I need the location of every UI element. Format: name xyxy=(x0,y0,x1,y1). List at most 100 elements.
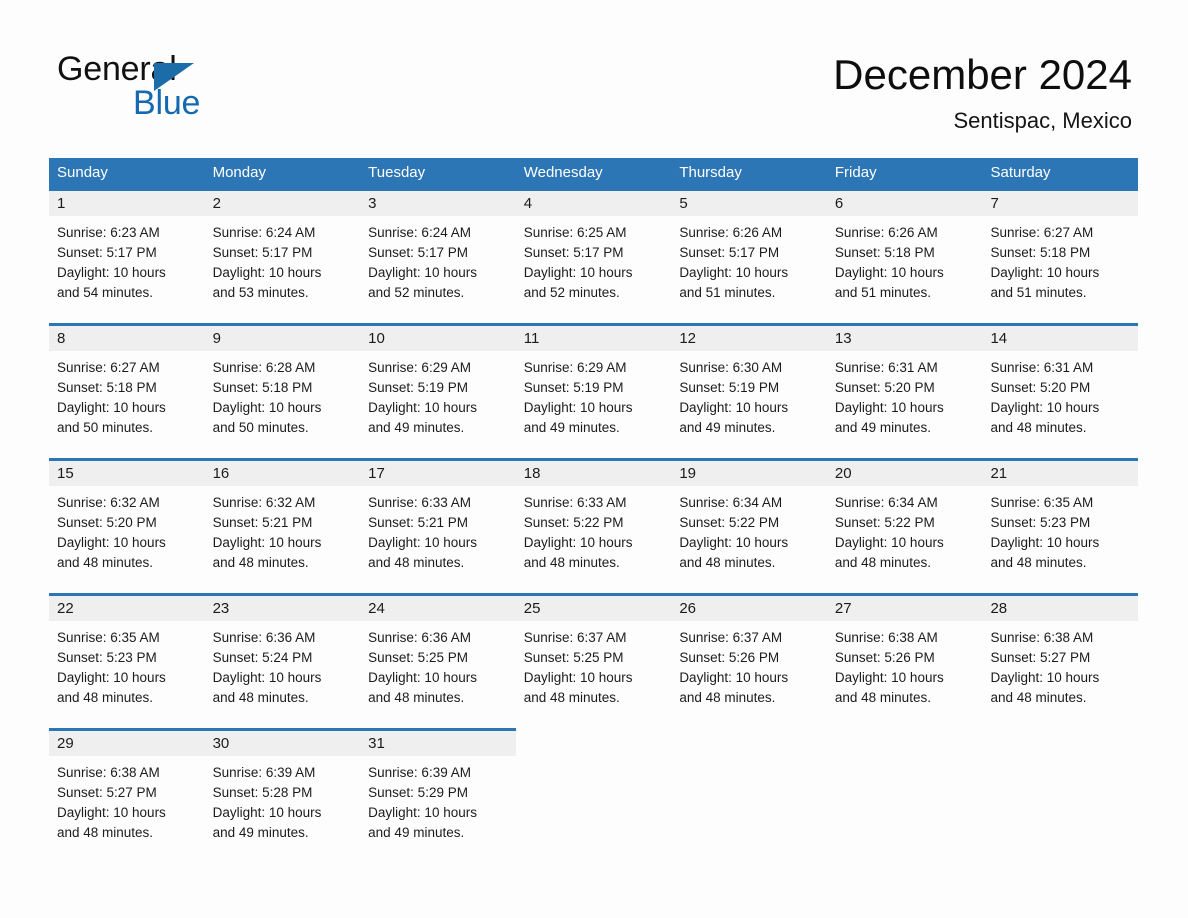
day-cell-empty xyxy=(671,728,827,856)
day-cell[interactable]: 3 Sunrise: 6:24 AM Sunset: 5:17 PM Daylight… xyxy=(360,188,516,323)
day-cell[interactable]: 25 Sunrise: 6:37 AM Sunset: 5:25 PM Dayligh… xyxy=(515,593,672,728)
day-number: 14 xyxy=(990,330,1008,347)
weekday-header-friday: Friday xyxy=(834,164,877,181)
day-cell[interactable]: 29 Sunrise: 6:38 AM Sunset: 5:27 PM Dayligh… xyxy=(49,728,205,856)
day-detail-line: Sunset: 5:25 PM xyxy=(368,650,468,665)
day-detail-line: Daylight: 10 hours xyxy=(834,400,944,415)
day-detail-line: Sunrise: 6:26 AM xyxy=(679,225,783,240)
day-number: 31 xyxy=(368,735,385,752)
day-detail-line: Sunrise: 6:32 AM xyxy=(57,495,160,510)
day-detail-line: Sunset: 5:17 PM xyxy=(523,245,624,260)
day-cell[interactable]: 18 Sunrise: 6:33 AM Sunset: 5:22 PM Dayligh… xyxy=(515,458,672,593)
day-number-bar: 30 xyxy=(204,731,361,756)
day-cell[interactable]: 28 Sunrise: 6:38 AM Sunset: 5:27 PM Dayligh… xyxy=(982,593,1139,728)
day-cell[interactable]: 27 Sunrise: 6:38 AM Sunset: 5:26 PM Dayligh… xyxy=(826,593,983,728)
day-cell[interactable]: 15 Sunrise: 6:32 AM Sunset: 5:20 PM Dayligh… xyxy=(49,458,205,593)
day-number-bar: 29 xyxy=(49,731,205,756)
day-number: 21 xyxy=(990,465,1008,482)
day-detail-line: and 49 minutes. xyxy=(834,420,931,435)
day-detail-line: Sunrise: 6:31 AM xyxy=(990,360,1094,375)
day-detail-line: Daylight: 10 hours xyxy=(679,265,789,280)
day-cell[interactable]: 22 Sunrise: 6:35 AM Sunset: 5:23 PM Dayligh… xyxy=(49,593,205,728)
day-cell-details: Sunrise: 6:27 AM Sunset: 5:18 PM Daylight:… xyxy=(982,216,1138,303)
day-number: 29 xyxy=(57,735,74,752)
day-cell-details xyxy=(827,756,983,763)
day-detail-line: Sunrise: 6:37 AM xyxy=(679,630,783,645)
day-number-bar: 28 xyxy=(982,596,1139,621)
day-cell[interactable]: 30 Sunrise: 6:39 AM Sunset: 5:28 PM Dayligh… xyxy=(204,728,361,856)
day-cell[interactable]: 31 Sunrise: 6:39 AM Sunset: 5:29 PM Dayligh… xyxy=(360,728,516,856)
day-number: 28 xyxy=(990,600,1008,617)
day-detail-line: Daylight: 10 hours xyxy=(834,535,944,550)
day-cell[interactable]: 11 Sunrise: 6:29 AM Sunset: 5:19 PM Dayligh… xyxy=(515,323,672,458)
day-detail-line: Sunset: 5:20 PM xyxy=(57,515,157,530)
day-detail-line: Sunrise: 6:24 AM xyxy=(368,225,471,240)
day-cell[interactable]: 21 Sunrise: 6:35 AM Sunset: 5:23 PM Dayligh… xyxy=(982,458,1139,593)
day-number: 11 xyxy=(523,330,540,347)
day-detail-line: Sunset: 5:22 PM xyxy=(679,515,780,530)
day-cell[interactable]: 7 Sunrise: 6:27 AM Sunset: 5:18 PM Daylight… xyxy=(982,188,1139,323)
day-detail-line: Sunset: 5:26 PM xyxy=(679,650,780,665)
day-cell-details xyxy=(516,756,672,763)
day-cell[interactable]: 26 Sunrise: 6:37 AM Sunset: 5:26 PM Dayligh… xyxy=(671,593,827,728)
day-detail-line: and 51 minutes. xyxy=(990,285,1087,300)
day-cell-details: Sunrise: 6:34 AM Sunset: 5:22 PM Daylight:… xyxy=(671,486,827,573)
day-cell[interactable]: 16 Sunrise: 6:32 AM Sunset: 5:21 PM Dayligh… xyxy=(204,458,361,593)
day-cell[interactable]: 24 Sunrise: 6:36 AM Sunset: 5:25 PM Dayligh… xyxy=(360,593,516,728)
day-detail-line: and 48 minutes. xyxy=(834,690,931,705)
day-detail-line: Daylight: 10 hours xyxy=(990,400,1100,415)
day-detail-line: Sunset: 5:22 PM xyxy=(834,515,935,530)
day-detail-line: and 49 minutes. xyxy=(368,825,465,840)
day-detail-line: and 48 minutes. xyxy=(990,420,1087,435)
day-number: 4 xyxy=(523,195,533,212)
day-cell[interactable]: 17 Sunrise: 6:33 AM Sunset: 5:21 PM Dayligh… xyxy=(360,458,516,593)
day-cell[interactable]: 2 Sunrise: 6:24 AM Sunset: 5:17 PM Daylight… xyxy=(204,188,361,323)
day-number-bar: 13 xyxy=(826,326,983,351)
day-detail-line: Sunrise: 6:26 AM xyxy=(834,225,938,240)
day-detail-line: Daylight: 10 hours xyxy=(57,400,166,415)
day-number: 30 xyxy=(212,735,230,752)
day-detail-line: Sunrise: 6:34 AM xyxy=(834,495,938,510)
day-cell[interactable]: 23 Sunrise: 6:36 AM Sunset: 5:24 PM Dayligh… xyxy=(204,593,361,728)
day-detail-line: Daylight: 10 hours xyxy=(368,535,477,550)
day-detail-line: Sunset: 5:24 PM xyxy=(212,650,313,665)
day-detail-line: and 48 minutes. xyxy=(57,690,154,705)
day-cell[interactable]: 19 Sunrise: 6:34 AM Sunset: 5:22 PM Dayligh… xyxy=(671,458,827,593)
day-detail-line: Daylight: 10 hours xyxy=(368,400,477,415)
day-number-bar: 20 xyxy=(826,461,983,486)
title-block: December 2024 Sentispac, Mexico xyxy=(833,50,1132,136)
day-cell[interactable]: 5 Sunrise: 6:26 AM Sunset: 5:17 PM Daylight… xyxy=(671,188,827,323)
calendar-weeks: 1 Sunrise: 6:23 AM Sunset: 5:17 PM Daylight… xyxy=(49,188,1139,856)
day-detail-line: Sunset: 5:23 PM xyxy=(57,650,157,665)
day-number-bar: 14 xyxy=(982,326,1139,351)
day-cell[interactable]: 8 Sunrise: 6:27 AM Sunset: 5:18 PM Daylight… xyxy=(49,323,205,458)
day-cell[interactable]: 20 Sunrise: 6:34 AM Sunset: 5:22 PM Dayligh… xyxy=(826,458,983,593)
day-detail-line: Daylight: 10 hours xyxy=(57,670,166,685)
day-number-bar: 2 xyxy=(204,191,361,216)
day-detail-line: Sunset: 5:21 PM xyxy=(368,515,468,530)
day-detail-line: Sunset: 5:28 PM xyxy=(212,785,313,800)
calendar-week-row: 8 Sunrise: 6:27 AM Sunset: 5:18 PM Daylight… xyxy=(49,323,1139,458)
day-cell[interactable]: 12 Sunrise: 6:30 AM Sunset: 5:19 PM Dayligh… xyxy=(671,323,827,458)
day-number: 3 xyxy=(368,195,377,212)
day-detail-line: Sunset: 5:18 PM xyxy=(990,245,1091,260)
day-cell[interactable]: 4 Sunrise: 6:25 AM Sunset: 5:17 PM Daylight… xyxy=(515,188,672,323)
day-detail-line: Sunset: 5:25 PM xyxy=(523,650,624,665)
day-cell-details: Sunrise: 6:38 AM Sunset: 5:27 PM Daylight:… xyxy=(982,621,1138,708)
day-cell-details: Sunrise: 6:35 AM Sunset: 5:23 PM Daylight:… xyxy=(982,486,1138,573)
day-detail-line: Daylight: 10 hours xyxy=(990,535,1100,550)
day-cell-details: Sunrise: 6:33 AM Sunset: 5:22 PM Daylight:… xyxy=(516,486,672,573)
day-detail-line: Daylight: 10 hours xyxy=(523,670,633,685)
day-detail-line: Sunset: 5:18 PM xyxy=(212,380,313,395)
day-cell[interactable]: 1 Sunrise: 6:23 AM Sunset: 5:17 PM Daylight… xyxy=(49,188,205,323)
day-number-bar: 17 xyxy=(360,461,516,486)
day-number: 9 xyxy=(212,330,221,347)
day-cell[interactable]: 10 Sunrise: 6:29 AM Sunset: 5:19 PM Dayligh… xyxy=(360,323,516,458)
day-cell-details: Sunrise: 6:38 AM Sunset: 5:26 PM Daylight:… xyxy=(827,621,983,708)
day-cell[interactable]: 6 Sunrise: 6:26 AM Sunset: 5:18 PM Daylight… xyxy=(826,188,983,323)
day-cell[interactable]: 14 Sunrise: 6:31 AM Sunset: 5:20 PM Dayligh… xyxy=(982,323,1139,458)
brand-logo[interactable]: General Blue xyxy=(57,50,317,126)
day-cell[interactable]: 13 Sunrise: 6:31 AM Sunset: 5:20 PM Dayligh… xyxy=(826,323,983,458)
day-cell[interactable]: 9 Sunrise: 6:28 AM Sunset: 5:18 PM Daylight… xyxy=(204,323,361,458)
day-number: 2 xyxy=(212,195,221,212)
